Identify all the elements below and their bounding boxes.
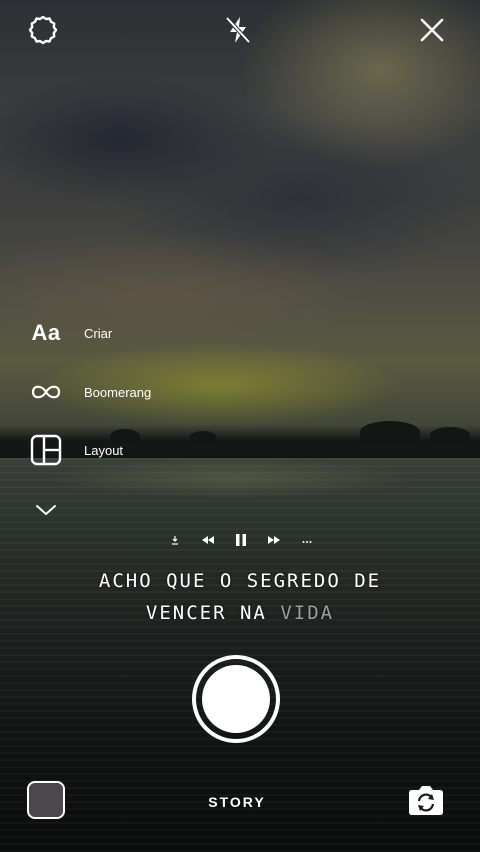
chevron-down-icon <box>28 492 64 528</box>
more-tools-button[interactable] <box>28 492 64 528</box>
download-icon[interactable] <box>166 535 184 548</box>
lyrics-line-2: VENCER NA VIDA <box>145 602 335 624</box>
fast-forward-icon[interactable] <box>265 535 283 548</box>
flash-off-button[interactable] <box>220 12 256 48</box>
close-icon <box>420 18 444 42</box>
tool-create[interactable]: Aa Criar <box>28 315 112 351</box>
layout-icon <box>28 432 64 468</box>
settings-icon <box>28 15 58 45</box>
tool-create-label: Criar <box>84 325 113 341</box>
more-icon[interactable] <box>298 536 316 547</box>
rewind-icon[interactable] <box>199 535 217 548</box>
music-controls <box>166 532 316 550</box>
switch-camera-icon <box>409 786 443 815</box>
tool-layout[interactable]: Layout <box>28 432 123 468</box>
shutter-button[interactable] <box>192 655 280 743</box>
lyrics-line-1: ACHO QUE O SEGREDO DE <box>98 570 382 592</box>
flash-off-icon <box>225 16 251 44</box>
close-button[interactable] <box>414 12 450 48</box>
settings-button[interactable] <box>25 12 61 48</box>
tool-boomerang-label: Boomerang <box>84 384 152 400</box>
capture-mode-label[interactable]: STORY <box>0 794 474 810</box>
tool-boomerang[interactable]: Boomerang <box>28 374 151 410</box>
shutter-core <box>202 665 270 733</box>
pause-icon[interactable] <box>232 533 250 550</box>
boomerang-icon <box>28 374 64 410</box>
switch-camera-button[interactable] <box>404 780 448 820</box>
tool-layout-label: Layout <box>84 442 124 458</box>
text-create-icon: Aa <box>31 320 61 345</box>
